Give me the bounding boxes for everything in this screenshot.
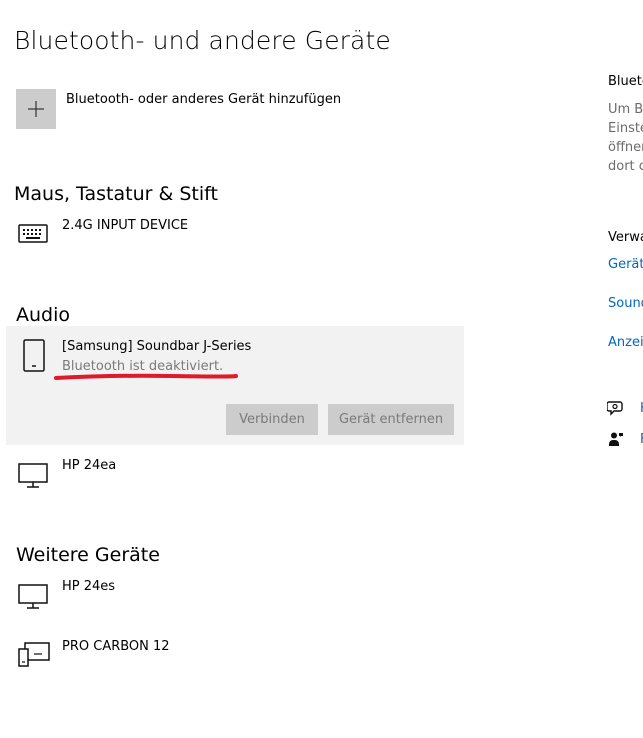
device-name[interactable]: 2.4G INPUT DEVICE	[62, 218, 188, 233]
phone-device-icon	[23, 339, 45, 372]
device-item-keyboard[interactable]	[18, 223, 48, 245]
add-device-button[interactable]	[16, 89, 56, 129]
monitor-icon	[18, 584, 48, 609]
device-item-hp24es[interactable]	[18, 584, 48, 610]
plus-icon	[28, 101, 44, 117]
device-icon-wrap	[22, 339, 46, 373]
help-chat-icon	[607, 401, 623, 416]
sidebar-link-sound[interactable]: Sound	[608, 296, 643, 311]
section-heading-other: Weitere Geräte	[16, 544, 160, 566]
sidebar-description-line: dort c	[608, 159, 643, 174]
sidebar-link-display[interactable]: Anzeig	[608, 335, 643, 350]
device-name[interactable]: HP 24ea	[62, 458, 116, 473]
help-item[interactable]	[607, 400, 625, 416]
connect-button[interactable]: Verbinden	[226, 404, 318, 435]
section-heading-audio: Audio	[16, 304, 71, 326]
remove-device-button[interactable]: Gerät entfernen	[328, 404, 454, 435]
feedback-person-icon	[609, 432, 623, 446]
device-item-hp24ea[interactable]	[18, 463, 48, 489]
page-title: Bluetooth- und andere Geräte	[14, 26, 391, 55]
sidebar-heading-bluetooth: Blueto	[608, 74, 643, 89]
pc-monitor-icon	[18, 642, 50, 667]
sidebar-description-line: öffner	[608, 140, 643, 155]
annotation-underline	[54, 373, 238, 380]
section-heading-mouse: Maus, Tastatur & Stift	[14, 183, 218, 205]
feedback-item[interactable]	[608, 431, 624, 447]
device-item-procarbon[interactable]	[18, 642, 50, 668]
device-name[interactable]: HP 24es	[62, 579, 115, 594]
selected-device-name: [Samsung] Soundbar J-Series	[62, 339, 252, 354]
monitor-icon	[18, 463, 48, 488]
keyboard-icon	[18, 224, 48, 243]
sidebar-description-line: Um Bl	[608, 102, 643, 117]
device-name[interactable]: PRO CARBON 12	[62, 639, 170, 654]
sidebar-heading-related: Verwa	[608, 230, 643, 245]
sidebar-link-devices[interactable]: Geräte	[608, 257, 643, 272]
sidebar-description-line: Einste	[608, 121, 643, 136]
add-device-label[interactable]: Bluetooth- oder anderes Gerät hinzufügen	[66, 92, 341, 107]
